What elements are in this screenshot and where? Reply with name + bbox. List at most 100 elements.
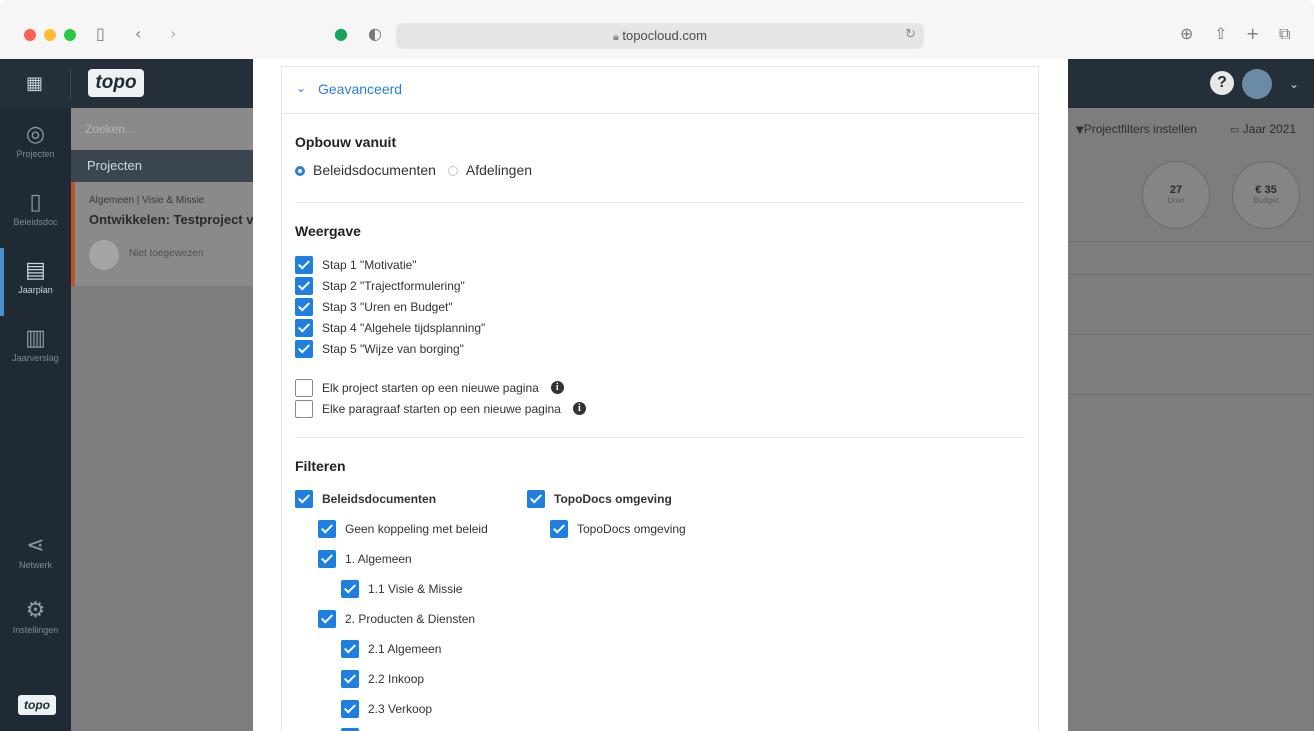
checkbox-checked-icon <box>527 489 545 508</box>
filter-topodocs-environment[interactable]: TopoDocs omgeving <box>527 489 672 508</box>
step-1-checkbox[interactable]: Stap 1 "Motivatie" <box>295 255 417 274</box>
checkbox-label: 2.1 Algemeen <box>368 641 442 656</box>
step-2-checkbox[interactable]: Stap 2 "Trajectformulering" <box>295 276 465 295</box>
filter-geen-koppeling[interactable]: Geen koppeling met beleid <box>318 519 488 538</box>
minimize-window-button[interactable] <box>44 29 56 41</box>
new-tab-icon[interactable]: + <box>1246 24 1259 44</box>
filter-verkoop[interactable]: 2.3 Verkoop <box>341 699 432 718</box>
checkbox-label: 2.2 Inkoop <box>368 671 425 686</box>
step-4-checkbox[interactable]: Stap 4 "Algehele tijdsplanning" <box>295 318 485 337</box>
radio-beleidsdocumenten[interactable]: Beleidsdocumenten <box>295 162 436 178</box>
checkbox-checked-icon <box>318 609 336 628</box>
row-divider <box>1068 394 1314 395</box>
gear-icon: ⚙ <box>25 598 46 623</box>
radio-unselected-icon <box>447 166 458 176</box>
checkbox-label: 1.1 Visie & Missie <box>368 581 463 596</box>
checkbox-checked-icon <box>550 519 568 538</box>
build-from-title: Opbouw vanuit <box>295 134 397 150</box>
checkbox-checked-icon <box>341 699 359 718</box>
address-bar[interactable]: 🔒︎ topocloud.com ↻ <box>396 23 924 49</box>
checkbox-label: Stap 4 "Algehele tijdsplanning" <box>322 320 486 335</box>
checkbox-label: Stap 5 "Wijze van borging" <box>322 341 464 356</box>
checkbox-checked-icon <box>295 276 313 295</box>
maximize-window-button[interactable] <box>64 29 76 41</box>
filter-topodocs-environment-child[interactable]: TopoDocs omgeving <box>550 519 686 538</box>
radio-selected-icon <box>295 166 305 176</box>
checkbox-label: Stap 2 "Trajectformulering" <box>322 278 465 293</box>
paragraph-new-page-checkbox[interactable]: Elke paragraaf starten op een nieuwe pag… <box>295 399 586 418</box>
filter-producten-diensten[interactable]: 2. Producten & Diensten <box>318 609 475 628</box>
calendar-icon: ▭ <box>1230 125 1243 136</box>
privacy-shield-icon[interactable]: ◐ <box>368 24 382 44</box>
year-selector[interactable]: ▭ Jaar 2021 <box>1230 122 1296 136</box>
checkbox-unchecked-icon <box>295 378 313 397</box>
checkbox-label: Beleidsdocumenten <box>322 491 437 506</box>
filter-algemeen[interactable]: 1. Algemeen <box>318 549 412 568</box>
back-icon[interactable]: ‹ <box>135 24 141 44</box>
share-icon[interactable]: ⇧ <box>1214 24 1227 44</box>
hours-label: Uren <box>1167 196 1185 205</box>
radio-label: Afdelingen <box>465 162 533 178</box>
project-breadcrumb: Algemeen | Visie & Missie <box>89 195 205 206</box>
header-divider <box>70 69 71 99</box>
lock-icon: 🔒︎ <box>613 30 623 43</box>
project-new-page-checkbox[interactable]: Elk project starten op een nieuwe pagina… <box>295 378 564 397</box>
sidebar-item-label: Netwerk <box>18 560 52 570</box>
assignee-status: Niet toegewezen <box>129 248 204 259</box>
sidebar-toggle-icon[interactable]: ▯ <box>96 24 105 44</box>
chevron-down-icon[interactable]: ⌄ <box>1289 77 1299 91</box>
downloads-icon[interactable]: ⊕ <box>1180 24 1193 44</box>
project-filters-button[interactable]: ▼Projectfilters instellen <box>1076 122 1197 136</box>
reload-icon[interactable]: ↻ <box>905 27 916 42</box>
checkbox-checked-icon <box>341 669 359 688</box>
display-title: Weergave <box>295 223 361 239</box>
checkbox-checked-icon <box>295 339 313 358</box>
project-filters-label: Projectfilters instellen <box>1083 122 1198 136</box>
section-divider <box>295 202 1025 203</box>
radio-label: Beleidsdocumenten <box>313 162 436 178</box>
project-card[interactable]: Algemeen | Visie & Missie Ontwikkelen: T… <box>71 182 253 286</box>
sidebar-item-beleidsdoc[interactable]: ▯ Beleidsdoc <box>0 190 71 227</box>
step-3-checkbox[interactable]: Stap 3 "Uren en Budget" <box>295 297 453 316</box>
filter-visie-missie[interactable]: 1.1 Visie & Missie <box>341 579 462 598</box>
filter-2-1-algemeen[interactable]: 2.1 Algemeen <box>341 639 441 658</box>
book-icon: ▯ <box>29 190 42 215</box>
checkbox-label: Elke paragraaf starten op een nieuwe pag… <box>322 401 561 416</box>
sidebar-item-netwerk[interactable]: ⋖ Netwerk <box>0 533 71 570</box>
checkbox-checked-icon <box>318 549 336 568</box>
search-input[interactable]: Zoeken... <box>71 108 253 150</box>
checkbox-checked-icon <box>341 579 359 598</box>
step-5-checkbox[interactable]: Stap 5 "Wijze van borging" <box>295 339 464 358</box>
sidebar-item-jaarverslag[interactable]: ▥ Jaarverslag <box>0 326 71 363</box>
radio-afdelingen[interactable]: Afdelingen <box>447 162 533 178</box>
sidebar-item-jaarplan[interactable]: ▤ Jaarplan <box>0 258 71 295</box>
forward-icon[interactable]: › <box>170 24 176 44</box>
filter-inkoop[interactable]: 2.2 Inkoop <box>341 669 424 688</box>
project-title: Ontwikkelen: Testproject v <box>89 212 254 227</box>
bottom-topo-logo: topo <box>18 695 56 715</box>
filter-icon: ▼ <box>1076 125 1084 136</box>
checkbox-label: 2. Producten & Diensten <box>345 611 476 626</box>
sidebar-item-instellingen[interactable]: ⚙ Instellingen <box>0 598 71 635</box>
sidebar-item-label: Projecten <box>16 149 55 159</box>
help-icon[interactable]: ? <box>1210 71 1234 95</box>
topo-logo[interactable]: topo <box>88 69 144 97</box>
checkbox-label: 2.3 Verkoop <box>368 701 433 716</box>
filter-next-item-partial[interactable] <box>341 727 368 731</box>
tab-overview-icon[interactable]: ⧉ <box>1279 24 1290 44</box>
info-icon[interactable]: i <box>572 402 586 416</box>
budget-value: € 35 <box>1255 184 1277 196</box>
browser-toolbar: ▯ ‹ › ● ◐ 🔒︎ topocloud.com ↻ ⊕ ⇧ + ⧉ <box>0 0 1314 60</box>
apps-grid-icon[interactable]: ▦ <box>26 73 43 94</box>
advanced-toggle[interactable]: ⌄ Geavanceerd <box>281 66 1039 114</box>
hours-stat: 27 Uren <box>1142 161 1210 229</box>
avatar <box>89 240 119 270</box>
sidebar-item-projecten[interactable]: ◎ Projecten <box>0 122 71 159</box>
filter-beleidsdocumenten[interactable]: Beleidsdocumenten <box>295 489 436 508</box>
projects-panel: Zoeken... Projecten Algemeen | Visie & M… <box>71 108 253 731</box>
grammarly-extension-icon[interactable]: ● <box>334 24 348 44</box>
close-window-button[interactable] <box>24 29 36 41</box>
details-panel: ▼Projectfilters instellen ▭ Jaar 2021 27… <box>1068 108 1314 731</box>
avatar[interactable] <box>1242 69 1272 99</box>
info-icon[interactable]: i <box>550 381 564 395</box>
